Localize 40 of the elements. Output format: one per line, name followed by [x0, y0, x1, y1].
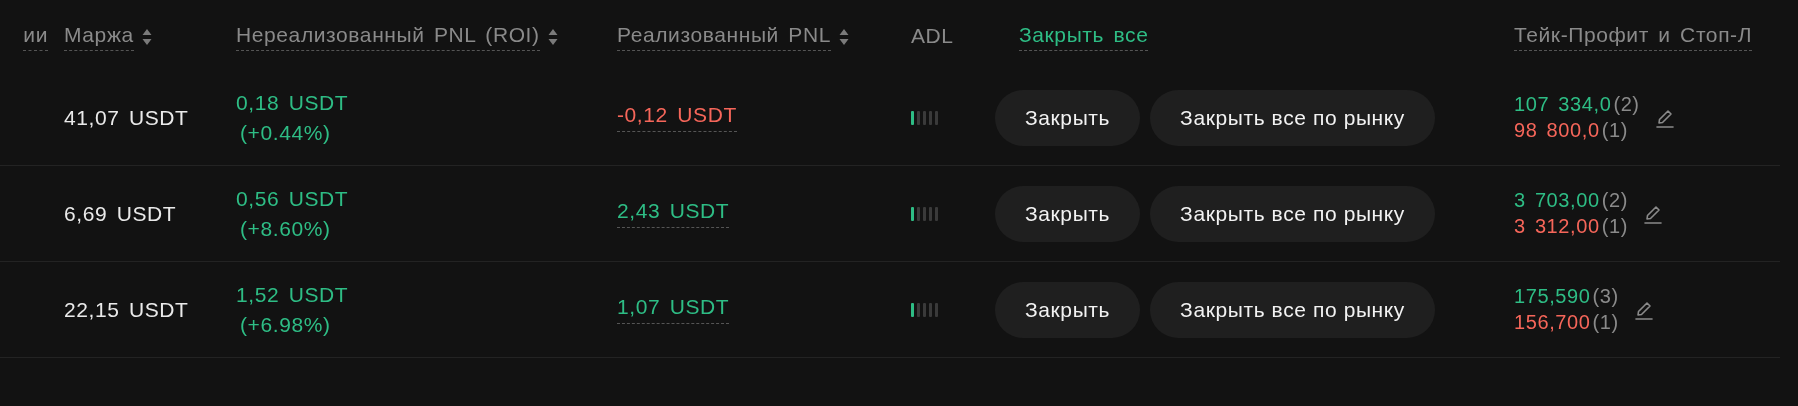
column-header: ии [23, 23, 48, 51]
sort-icon[interactable] [547, 27, 558, 47]
order-count: (3) [1592, 285, 1619, 307]
take-profit-price: 107 334,0 [1514, 93, 1612, 115]
realized-pnl: -0,12 USDT [617, 103, 737, 132]
take-profit-price: 175,590 [1514, 285, 1591, 307]
column-header: Нереализованный PNL (ROI) [236, 23, 540, 51]
stop-loss-price: 156,700 [1514, 311, 1591, 333]
market-close-button[interactable]: Закрыть все по рынку [1150, 281, 1435, 338]
stop-loss-price: 98 800,0 [1514, 119, 1600, 141]
close-all-link[interactable]: Закрыть все [1019, 23, 1149, 51]
roi-value: (+0.44%) [239, 120, 332, 145]
realized-pnl: 1,07 USDT [617, 295, 730, 324]
margin-value: 22,15 USDT [64, 297, 189, 322]
column-header: Тейк-Профит и Стоп-Л [1514, 23, 1753, 51]
order-count: (2) [1613, 93, 1640, 115]
roi-value: (+6.98%) [239, 312, 332, 337]
roi-value: (+8.60%) [239, 216, 332, 241]
order-count: (1) [1592, 311, 1619, 333]
margin-value: 41,07 USDT [64, 105, 189, 130]
order-count: (2) [1601, 189, 1628, 211]
unrealized-pnl: 0,56 USDT [236, 186, 349, 211]
close-button[interactable]: Закрыть [995, 185, 1141, 242]
market-close-button[interactable]: Закрыть все по рынку [1150, 185, 1435, 242]
take-profit-price: 3 703,00 [1514, 189, 1600, 211]
sort-icon[interactable] [141, 27, 152, 47]
unrealized-pnl: 1,52 USDT [236, 282, 349, 307]
margin-value: 6,69 USDT [64, 201, 177, 226]
market-close-button[interactable]: Закрыть все по рынку [1150, 89, 1435, 146]
column-header: Реализованный PNL [617, 23, 831, 51]
column-header: Маржа [64, 23, 134, 51]
column-header: ADL [911, 23, 954, 49]
realized-pnl: 2,43 USDT [617, 199, 730, 228]
order-count: (1) [1601, 119, 1628, 141]
close-button[interactable]: Закрыть [995, 281, 1141, 338]
unrealized-pnl: 0,18 USDT [236, 90, 349, 115]
sort-icon[interactable] [839, 27, 849, 47]
order-count: (1) [1601, 215, 1628, 237]
close-button[interactable]: Закрыть [995, 89, 1141, 146]
stop-loss-price: 3 312,00 [1514, 215, 1600, 237]
